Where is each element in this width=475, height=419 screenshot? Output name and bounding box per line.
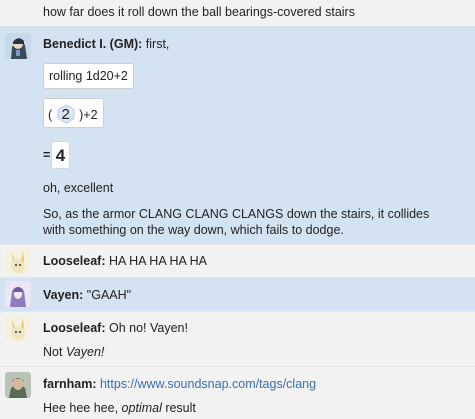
vayen-avatar[interactable]: [5, 281, 31, 307]
roll-total: 4: [55, 146, 66, 165]
roll-modifier: )+2: [79, 108, 98, 122]
message-text: So, as the armor CLANG CLANG CLANGS down…: [43, 207, 430, 221]
message-text: "GAAH": [86, 288, 132, 302]
message-followup: Not Vayen!: [43, 345, 104, 359]
soundsnap-link[interactable]: https://www.soundsnap.com/tags/clang: [100, 377, 316, 391]
message-text: oh, excellent: [43, 181, 114, 195]
speaker-name[interactable]: Looseleaf:: [43, 321, 106, 335]
equals-sign: =: [43, 148, 51, 162]
roll-open-paren: (: [48, 108, 53, 122]
message-followup: Hee hee hee, optimal result: [43, 401, 196, 415]
speaker-name[interactable]: farnham:: [43, 377, 96, 391]
message-line: Looseleaf: HA HA HA HA HA: [43, 254, 207, 268]
message-continuation: how far does it roll down the ball beari…: [0, 0, 475, 26]
message-text: with something on the way down, which fa…: [43, 223, 344, 237]
die-value: 2: [61, 106, 70, 123]
speaker-name[interactable]: Benedict I. (GM):: [43, 37, 142, 51]
roll-result-box: ( 2 )+2: [43, 98, 104, 128]
speaker-name[interactable]: Vayen:: [43, 288, 83, 302]
message-text: HA HA HA HA HA: [109, 254, 207, 268]
gm-message: Benedict I. (GM): first, rolling 1d20+2 …: [0, 26, 475, 244]
gm-avatar[interactable]: [5, 33, 31, 59]
message-text: Not: [43, 345, 66, 359]
emphasis-text: optimal: [121, 401, 162, 415]
message-line: Vayen: "GAAH": [43, 288, 131, 302]
looseleaf-message: Looseleaf: HA HA HA HA HA: [0, 245, 475, 277]
emphasis-text: Vayen!: [65, 345, 105, 359]
farnham-message: farnham: https://www.soundsnap.com/tags/…: [0, 367, 475, 419]
message-line: Looseleaf: Oh no! Vayen!: [43, 321, 188, 335]
vayen-message: Vayen: "GAAH": [0, 278, 475, 311]
speaker-name[interactable]: Looseleaf:: [43, 254, 106, 268]
looseleaf-avatar[interactable]: [5, 315, 31, 341]
looseleaf-message: Looseleaf: Oh no! Vayen! Not Vayen!: [0, 312, 475, 366]
looseleaf-avatar[interactable]: [5, 248, 31, 274]
roll-formula: rolling 1d20+2: [49, 69, 128, 83]
message-text: how far does it roll down the ball beari…: [43, 5, 355, 19]
farnham-avatar[interactable]: [5, 372, 31, 398]
gm-header: Benedict I. (GM): first,: [43, 37, 169, 51]
roll-equals: =: [43, 148, 50, 162]
message-text: result: [161, 401, 196, 415]
message-text: Hee hee hee,: [43, 401, 122, 415]
message-text: first,: [145, 37, 170, 51]
d20-die-icon[interactable]: 2: [56, 104, 76, 124]
message-line: farnham: https://www.soundsnap.com/tags/…: [43, 377, 316, 391]
roll-formula-box: rolling 1d20+2: [43, 63, 134, 89]
roll-total-box: 4: [51, 141, 70, 169]
message-text: Oh no! Vayen!: [109, 321, 188, 335]
